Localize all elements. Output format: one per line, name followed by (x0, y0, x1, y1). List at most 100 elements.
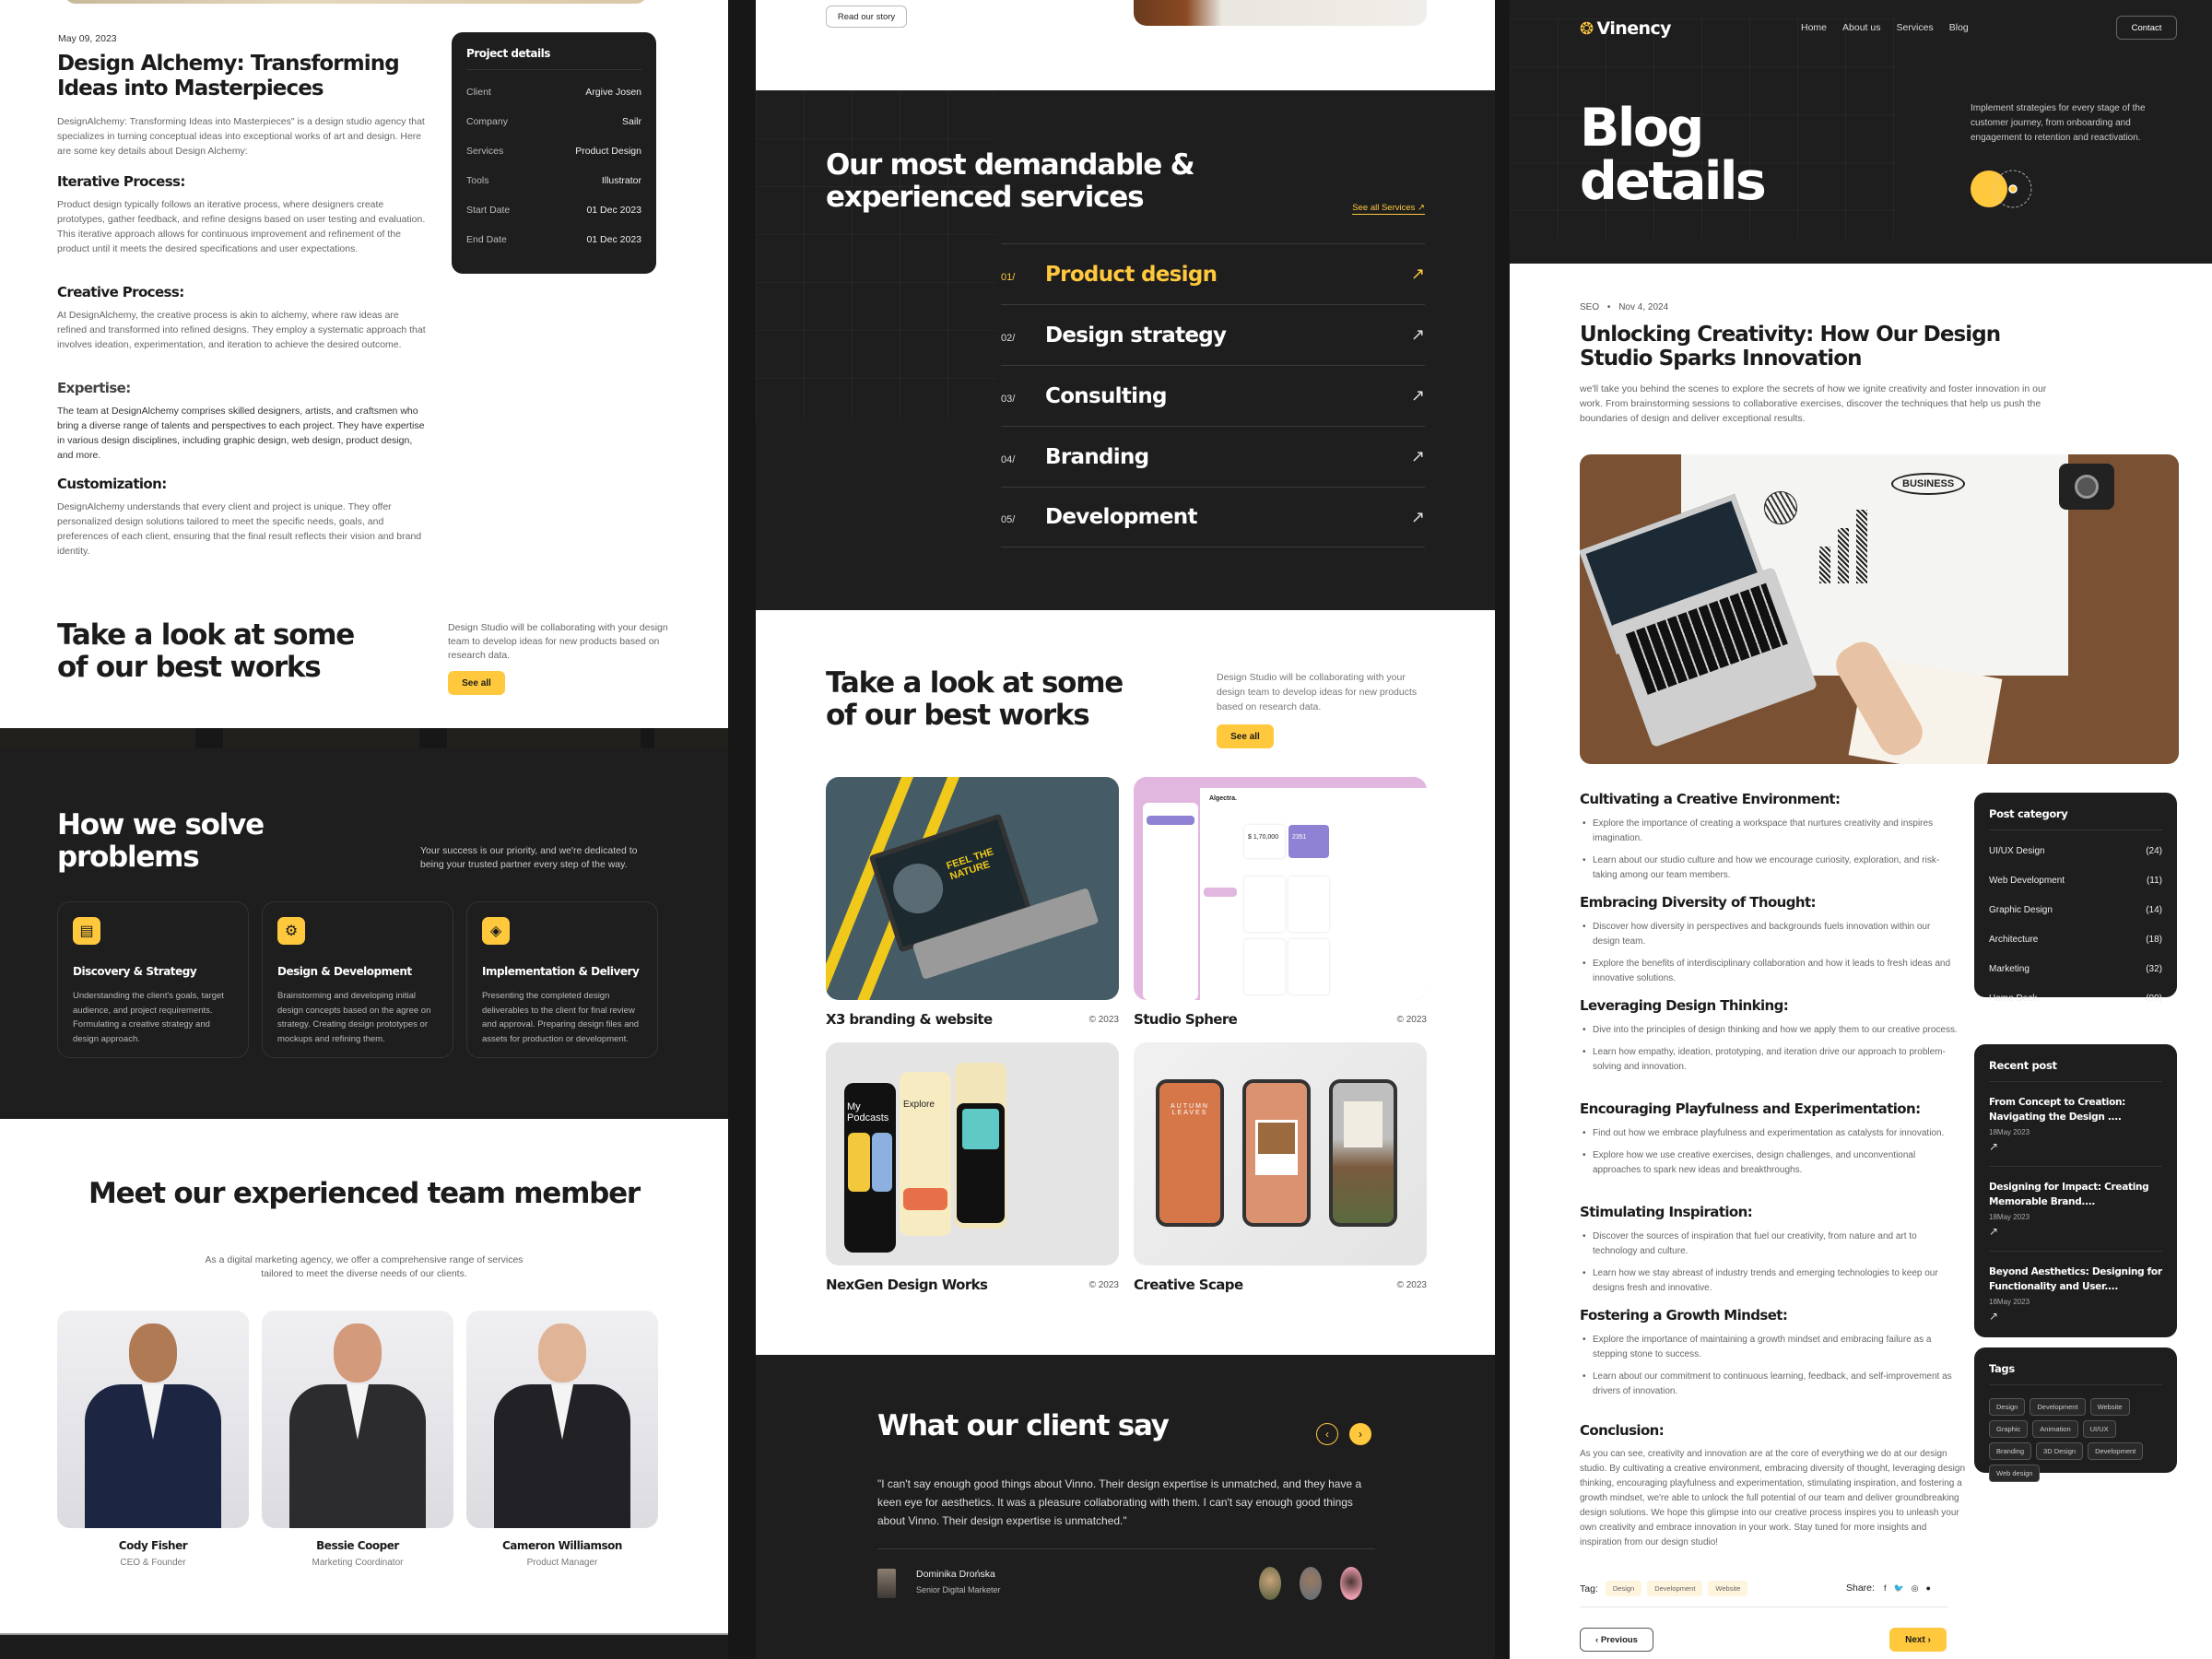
category-item[interactable]: Web Development (11) (1989, 865, 2162, 895)
arrow-up-right-icon[interactable]: ↗ (1989, 1225, 2162, 1238)
category-item[interactable]: Marketing (32) (1989, 954, 2162, 983)
work-card[interactable]: Algectra. $ 1,70,000 2351 Studio Sphere ©… (1134, 777, 1427, 1028)
work-card[interactable]: My Podcasts Explore NexGen Design Works ©… (826, 1042, 1119, 1293)
see-all-button[interactable]: See all (1217, 724, 1274, 748)
tag-chip[interactable]: Web design (1989, 1465, 2041, 1482)
prev-testimonial-button[interactable]: ‹ (1316, 1423, 1338, 1445)
post-tag[interactable]: Website (1708, 1581, 1748, 1596)
service-item[interactable]: 05/Development ↗ (1001, 487, 1425, 547)
twitter-icon[interactable]: 🐦 (1893, 1583, 1903, 1594)
divider (1580, 1606, 1948, 1607)
work-image: AUTUMN LEAVES (1134, 1042, 1427, 1265)
work-year: © 2023 (1396, 1279, 1427, 1290)
works-heading: Take a look at some of our best works (57, 618, 355, 684)
detail-value: 01 Dec 2023 (586, 205, 641, 216)
nav-link-home[interactable]: Home (1801, 22, 1827, 33)
recent-post-item[interactable]: From Concept to Creation: Navigating the… (1989, 1082, 2162, 1167)
recent-post-item[interactable]: Beyond Aesthetics: Designing for Functio… (1989, 1252, 2162, 1335)
category-label: Architecture (1989, 934, 2039, 945)
work-card[interactable]: AUTUMN LEAVES Creative Scape © 2023 (1134, 1042, 1427, 1293)
tag-chip[interactable]: Development (2088, 1442, 2144, 1460)
client-avatar[interactable] (1300, 1567, 1322, 1600)
post-tag[interactable]: Development (1647, 1581, 1703, 1596)
service-item[interactable]: 03/Consulting ↗ (1001, 365, 1425, 426)
photo-frame (1255, 1120, 1298, 1175)
service-item[interactable]: 02/Design strategy ↗ (1001, 304, 1425, 365)
next-post-button[interactable]: Next › (1889, 1628, 1947, 1652)
team-member-card[interactable]: Cameron Williamson Product Manager (466, 1311, 658, 1568)
see-all-services-link[interactable]: See all Services ↗ (1352, 203, 1425, 215)
tag-chip[interactable]: Branding (1989, 1442, 2032, 1460)
facebook-icon[interactable]: f (1884, 1583, 1887, 1594)
tag-chip[interactable]: Design (1989, 1398, 2026, 1416)
service-label: Consulting (1045, 383, 1168, 408)
work-title: NexGen Design Works (826, 1277, 988, 1293)
contact-button[interactable]: Contact (2116, 16, 2177, 40)
widget-title: Recent post (1989, 1059, 2162, 1082)
recent-post-date: 18May 2023 (1989, 1128, 2030, 1136)
service-item[interactable]: 04/Branding ↗ (1001, 426, 1425, 487)
post-tag[interactable]: Design (1605, 1581, 1642, 1596)
read-story-button[interactable]: Read our story (826, 6, 907, 28)
category-item[interactable]: Graphic Design (14) (1989, 895, 2162, 924)
team-member-card[interactable]: Bessie Cooper Marketing Coordinator (262, 1311, 453, 1568)
post-intro: we'll take you behind the scenes to expl… (1580, 383, 2047, 424)
recent-post-title: From Concept to Creation: Navigating the… (1989, 1097, 2126, 1123)
mock-button (1147, 816, 1194, 825)
work-card[interactable]: FEEL THE NATURE X3 branding & website © 2… (826, 777, 1119, 1028)
tag-chip[interactable]: Animation (2032, 1420, 2078, 1438)
post-meta: SEO • Nov 4, 2024 (1580, 302, 1669, 312)
team-member-card[interactable]: Cody Fisher CEO & Founder (57, 1311, 249, 1568)
tag-label: Tag: (1580, 1583, 1598, 1594)
detail-label: Company (466, 116, 508, 127)
team-member-photo (466, 1311, 658, 1528)
arrow-up-right-icon[interactable]: ↗ (1989, 1140, 2162, 1153)
portrait-head (334, 1324, 382, 1382)
photo (1258, 1123, 1295, 1154)
sketch-text: BUSINESS (1891, 473, 1966, 495)
testimonial-heading: What our client say (877, 1409, 1170, 1442)
article-bullets: Explore the importance of creating a wor… (1580, 817, 1958, 890)
detail-value: Sailr (621, 116, 641, 127)
recent-post-item[interactable]: Designing for Impact: Creating Memorable… (1989, 1167, 2162, 1252)
category-item[interactable]: Architecture (18) (1989, 924, 2162, 954)
arrow-up-right-icon[interactable]: ↗ (1989, 1310, 2162, 1323)
post-category[interactable]: SEO (1580, 302, 1599, 312)
instagram-icon[interactable]: ◎ (1912, 1583, 1919, 1594)
mock-brand: Algectra. (1209, 795, 1237, 802)
tag-chip[interactable]: Graphic (1989, 1420, 2029, 1438)
team-member-name: Cody Fisher (118, 1539, 188, 1552)
next-testimonial-button[interactable]: › (1349, 1423, 1371, 1445)
mock-dashboard: Algectra. $ 1,70,000 2351 (1200, 788, 1427, 1000)
detail-label: End Date (466, 234, 507, 245)
article-bullet: Discover how diversity in perspectives a… (1580, 920, 1958, 949)
github-icon[interactable]: ● (1926, 1583, 1931, 1594)
brand-logo[interactable]: ❂ Vinency (1580, 18, 1672, 39)
see-all-button[interactable]: See all (448, 671, 505, 695)
article-bullet: Learn about our studio culture and how w… (1580, 853, 1958, 883)
nav-link-about-us[interactable]: About us (1842, 22, 1880, 33)
album-art (962, 1109, 999, 1149)
previous-post-button[interactable]: ‹ Previous (1580, 1628, 1653, 1652)
phone-mockup: Explore (900, 1072, 951, 1236)
article-heading: Leveraging Design Thinking: (1580, 997, 1789, 1014)
work-title: Studio Sphere (1134, 1011, 1238, 1028)
team-member-photo (262, 1311, 453, 1528)
service-item[interactable]: 01/Product design ↗ (1001, 243, 1425, 304)
post-image: BUSINESS (1580, 454, 2179, 764)
tag-chip[interactable]: Development (2030, 1398, 2086, 1416)
testimonial-quote: "I can't say enough good things about Vi… (877, 1477, 1362, 1527)
category-item[interactable]: UI/UX Design (24) (1989, 836, 2162, 865)
nav-link-services[interactable]: Services (1896, 22, 1933, 33)
team-member-role: CEO & Founder (120, 1558, 186, 1568)
category-item[interactable]: Home Deck (09) (1989, 983, 2162, 1013)
tag-chip[interactable]: Website (2089, 1398, 2130, 1416)
nav-link-blog[interactable]: Blog (1949, 22, 1969, 33)
phone-text: AUTUMN LEAVES (1171, 1103, 1209, 1116)
tag-chip[interactable]: UI/UX (2082, 1420, 2116, 1438)
tag-chip[interactable]: 3D Design (2036, 1442, 2084, 1460)
category-label: Graphic Design (1989, 904, 2053, 915)
client-avatar[interactable] (1259, 1567, 1281, 1600)
client-avatar[interactable] (1340, 1567, 1362, 1600)
conclusion-text: As you can see, creativity and innovatio… (1580, 1449, 1966, 1547)
